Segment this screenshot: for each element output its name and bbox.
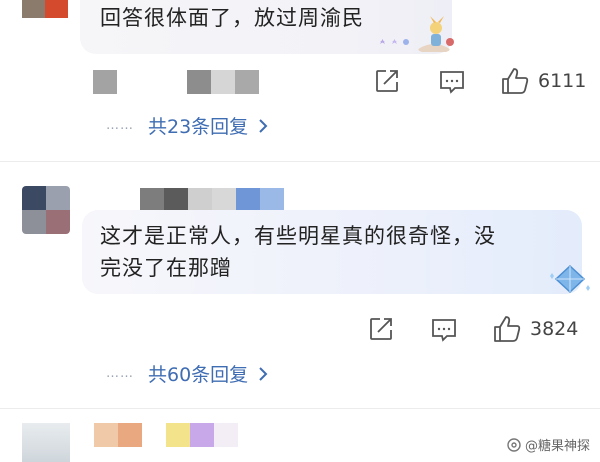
comment-icon [440, 71, 464, 94]
username-blurred [140, 188, 284, 210]
like-count: 3824 [530, 318, 579, 340]
crystal-decoration-icon [548, 262, 592, 296]
dots: …… [106, 118, 134, 133]
share-icon [370, 318, 392, 340]
watermark: @糖果神探 [506, 435, 590, 454]
avatar[interactable] [22, 423, 70, 462]
comment-text: 回答很体面了，放过周渝民 [100, 6, 364, 30]
bubble-decoration-icon [376, 14, 462, 56]
thumbs-up-icon [502, 68, 529, 94]
comment-button[interactable] [430, 316, 458, 344]
comment-2: 这才是正常人，有些明星真的很奇怪，没 完没了在那蹭 3824 …… 共60条回复 [0, 162, 600, 402]
replies-count-text: 共60条回复 [148, 364, 249, 386]
replies-count-text: 共23条回复 [148, 116, 249, 138]
comment-text-line1: 这才是正常人，有些明星真的很奇怪，没 [100, 224, 496, 248]
share-button[interactable] [368, 316, 394, 342]
comment-button[interactable] [438, 68, 466, 96]
avatar[interactable] [22, 186, 70, 234]
dots: …… [106, 366, 134, 381]
like-button[interactable]: 3824 [492, 314, 578, 344]
chevron-right-icon [259, 118, 268, 133]
comment-3: @糖果神探 [0, 409, 600, 462]
like-button[interactable]: 6111 [500, 66, 586, 96]
share-button[interactable] [374, 68, 400, 94]
comment-1: 回答很体面了，放过周渝民 6111 …… 共23条回复 [0, 0, 600, 150]
like-count: 6111 [538, 70, 587, 92]
thumbs-up-icon [494, 316, 521, 342]
chevron-right-icon [259, 366, 268, 381]
watermark-text: @糖果神探 [524, 439, 590, 454]
username-blurred [94, 423, 244, 447]
share-icon [376, 70, 398, 92]
view-replies-link[interactable]: …… 共60条回复 [106, 360, 268, 387]
view-replies-link[interactable]: …… 共23条回复 [106, 112, 268, 139]
username-blurred [93, 70, 261, 94]
watermark-logo-icon [507, 437, 521, 452]
comment-text-line2: 完没了在那蹭 [100, 256, 232, 280]
comment-icon [432, 319, 456, 342]
avatar[interactable] [22, 0, 68, 18]
